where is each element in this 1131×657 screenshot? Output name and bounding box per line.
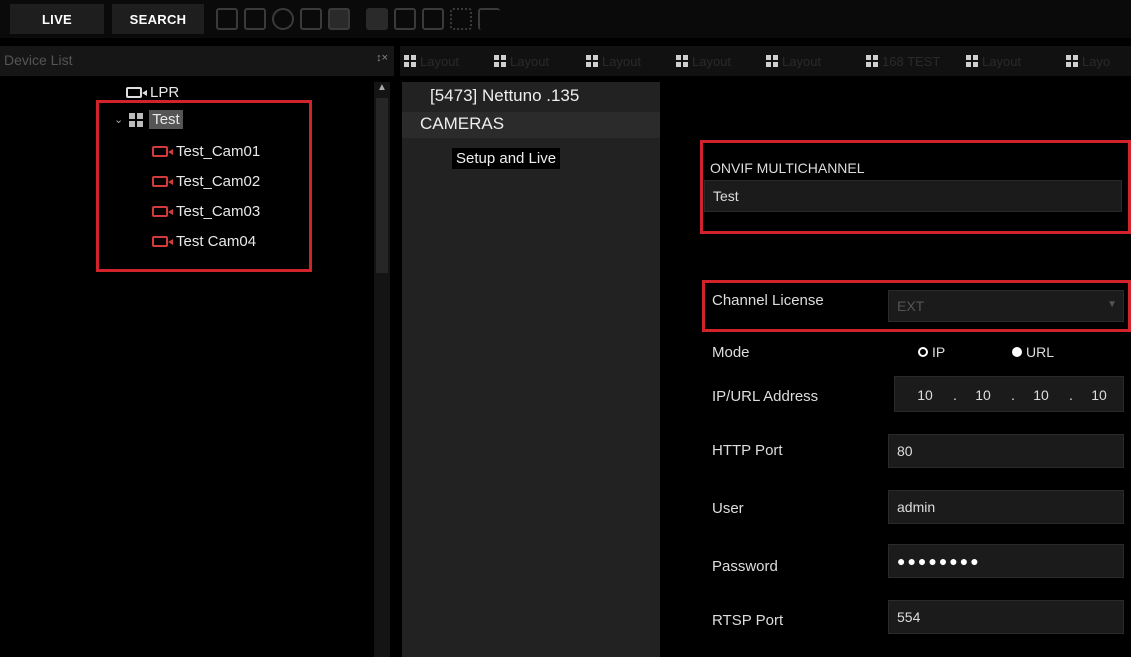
mode-label: Mode xyxy=(712,344,750,361)
mode-radio-ip[interactable]: IP xyxy=(918,344,945,360)
tab-layout[interactable]: Layout xyxy=(766,46,821,76)
user-value: admin xyxy=(897,499,936,515)
highlight-box-onvif xyxy=(700,140,1131,234)
ip-separator: . xyxy=(953,387,957,403)
mode-option-label: IP xyxy=(932,344,946,360)
tab-label: Layout xyxy=(782,53,822,69)
tab-layout[interactable]: Layout xyxy=(404,46,459,76)
layout-icon xyxy=(866,55,878,67)
layout-icon xyxy=(494,55,506,67)
radio-on-icon xyxy=(1012,347,1022,357)
ip-separator: . xyxy=(1069,387,1073,403)
curve-icon[interactable] xyxy=(478,8,500,30)
tab-label: 168 TEST xyxy=(882,53,941,69)
person-icon[interactable] xyxy=(422,8,444,30)
device-list-panel: Device List ↕× LPR ⌄ Test Test_Cam01 Tes… xyxy=(0,46,394,657)
http-port-value: 80 xyxy=(897,443,913,459)
user-gear-icon[interactable] xyxy=(394,8,416,30)
password-mask: ●●●●●●●● xyxy=(897,553,981,569)
tab-label: Layo xyxy=(1082,53,1111,69)
record-icon[interactable] xyxy=(366,8,388,30)
tab-layout[interactable]: Layout xyxy=(676,46,731,76)
tab-label: Layout xyxy=(510,53,550,69)
password-label: Password xyxy=(712,558,778,575)
search-button[interactable]: SEARCH xyxy=(112,4,204,34)
layout-icon xyxy=(1066,55,1078,67)
mode-option-label: URL xyxy=(1026,344,1055,360)
layout-icon xyxy=(586,55,598,67)
tab-label: Layout xyxy=(420,53,460,69)
layout-icon xyxy=(966,55,978,67)
tree-item-lpr[interactable]: LPR xyxy=(126,84,179,101)
tab-layout[interactable]: Layout xyxy=(966,46,1021,76)
http-port-label: HTTP Port xyxy=(712,442,783,459)
device-list-header: Device List ↕× xyxy=(0,46,394,76)
category-cameras[interactable]: CAMERAS xyxy=(402,112,660,138)
radio-off-icon xyxy=(918,347,928,357)
layout-icon xyxy=(404,55,416,67)
ip-separator: . xyxy=(1011,387,1015,403)
square-icon[interactable] xyxy=(300,8,322,30)
password-field[interactable]: ●●●●●●●● xyxy=(888,544,1124,578)
user-label: User xyxy=(712,500,744,517)
device-list-scrollbar[interactable]: ▲ xyxy=(374,82,390,657)
tab-layout[interactable]: Layout xyxy=(494,46,549,76)
tab-label: Layout xyxy=(982,53,1022,69)
tab-label: Layout xyxy=(692,53,732,69)
menu-item-setup-and-live[interactable]: Setup and Live xyxy=(452,148,561,169)
dots-icon[interactable] xyxy=(450,8,472,30)
camera-settings-form: ONVIF MULTICHANNEL Test Channel License … xyxy=(660,82,1131,657)
tab-layout[interactable]: Layo xyxy=(1066,46,1110,76)
camera-layout-icon[interactable] xyxy=(216,8,238,30)
server-panel: [5473] Nettuno .135 CAMERAS Setup and Li… xyxy=(402,82,660,657)
ip-address-label: IP/URL Address xyxy=(712,388,819,405)
scroll-thumb[interactable] xyxy=(376,98,388,273)
camera-icon xyxy=(126,87,147,98)
tab-label: Layout xyxy=(602,53,642,69)
tab-168-test[interactable]: 168 TEST xyxy=(866,46,940,76)
rtsp-port-field[interactable]: 554 xyxy=(888,600,1124,634)
mode-radio-url[interactable]: URL xyxy=(1012,344,1054,360)
highlight-box-license xyxy=(702,280,1131,332)
ip-octet[interactable]: 10 xyxy=(1077,377,1121,413)
check-icon[interactable] xyxy=(272,8,294,30)
ip-octet[interactable]: 10 xyxy=(1019,377,1063,413)
server-title[interactable]: [5473] Nettuno .135 xyxy=(430,86,579,106)
layout-icon xyxy=(766,55,778,67)
layout-icon xyxy=(676,55,688,67)
layout-tab-strip: Layout Layout Layout Layout Layout 168 T… xyxy=(400,46,1131,76)
top-toolbar: LIVE SEARCH xyxy=(0,0,1131,38)
tab-layout[interactable]: Layout xyxy=(586,46,641,76)
ip-address-field[interactable]: 10 . 10 . 10 . 10 xyxy=(894,376,1124,412)
device-list-title: Device List xyxy=(4,52,73,68)
live-button[interactable]: LIVE xyxy=(10,4,104,34)
pin-close-icon[interactable]: ↕× xyxy=(376,52,388,64)
tree-item-label: LPR xyxy=(150,84,180,101)
ip-octet[interactable]: 10 xyxy=(903,377,947,413)
export-icon[interactable] xyxy=(244,8,266,30)
filled-square-icon[interactable] xyxy=(328,8,350,30)
http-port-field[interactable]: 80 xyxy=(888,434,1124,468)
scroll-up-icon[interactable]: ▲ xyxy=(374,82,390,96)
rtsp-port-label: RTSP Port xyxy=(712,612,784,629)
highlight-box-test-group xyxy=(96,100,312,272)
rtsp-port-value: 554 xyxy=(897,609,921,625)
user-field[interactable]: admin xyxy=(888,490,1124,524)
ip-octet[interactable]: 10 xyxy=(961,377,1005,413)
